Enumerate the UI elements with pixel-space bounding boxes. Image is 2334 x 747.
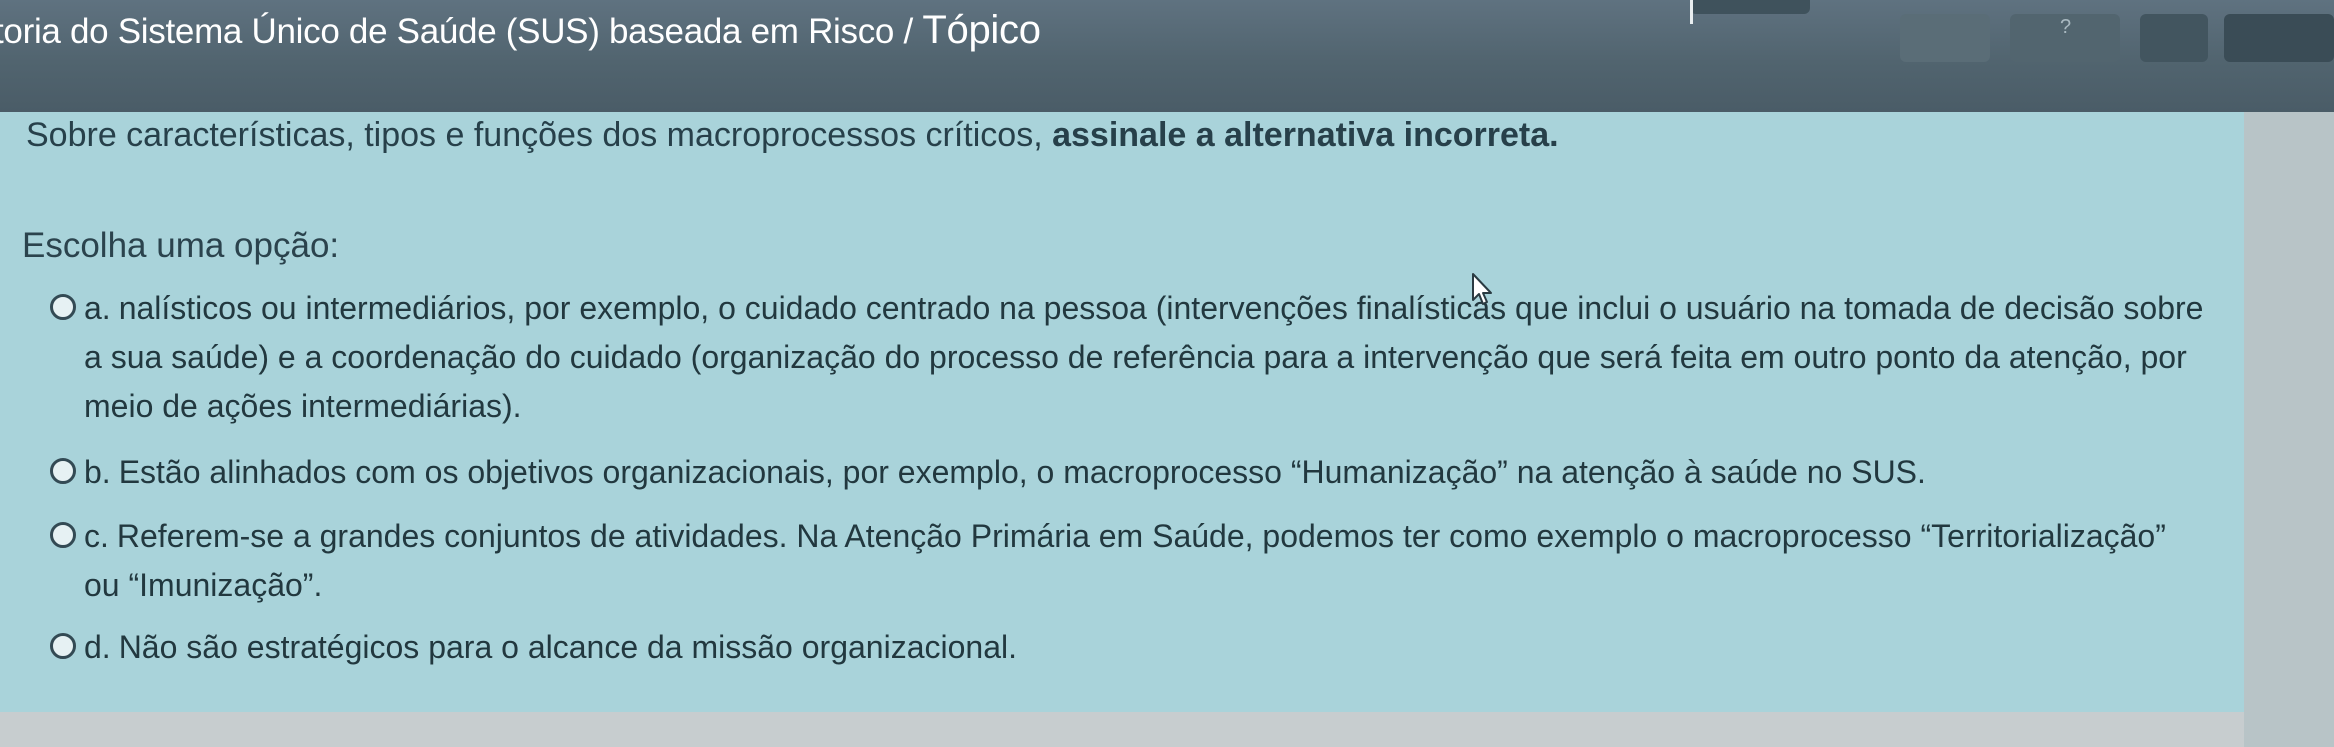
option-text: Referem-se a grandes conjuntos de ativid… <box>84 518 2166 603</box>
mouse-pointer-icon <box>1472 273 1492 305</box>
breadcrumb-topic[interactable]: Tópico <box>922 8 1041 52</box>
option-letter: b. <box>84 454 111 490</box>
breadcrumb-course[interactable]: toria do Sistema Único de Saúde (SUS) ba… <box>0 12 922 51</box>
option-c[interactable]: c. Referem-se a grandes conjuntos de ativ… <box>50 512 2210 610</box>
radio-unchecked-icon[interactable] <box>50 458 76 484</box>
option-letter: c. <box>84 518 109 554</box>
option-d-label[interactable]: d. Não são estratégicos para o alcance da… <box>60 623 2210 672</box>
option-letter: a. <box>84 290 111 326</box>
option-a-label[interactable]: a. nalísticos ou intermediários, por exem… <box>60 284 2210 431</box>
question-normal: Sobre características, tipos e funções d… <box>26 116 1053 154</box>
question-emphasis: assinale a alternativa incorreta. <box>1052 116 1559 154</box>
radio-unchecked-icon[interactable] <box>50 294 76 320</box>
bottom-margin <box>0 712 2244 747</box>
option-text: Não são estratégicos para o alcance da m… <box>118 629 1017 665</box>
right-margin <box>2244 112 2334 747</box>
option-text: nalísticos ou intermediários, por exempl… <box>84 290 2204 424</box>
zoom-marker <box>1690 0 1693 24</box>
radio-unchecked-icon[interactable] <box>50 633 76 659</box>
option-a[interactable]: a. nalísticos ou intermediários, por exem… <box>50 284 2210 431</box>
choose-option-label: Escolha uma opção: <box>22 226 340 265</box>
toolbar-button-4[interactable] <box>2224 14 2334 62</box>
option-text: Estão alinhados com os objetivos organiz… <box>118 454 1926 490</box>
toolbar-button-3[interactable] <box>2140 14 2208 62</box>
option-b-label[interactable]: b. Estão alinhados com os objetivos organ… <box>60 448 2210 497</box>
zoom-indicator <box>1690 0 1810 24</box>
top-header-bar: toria do Sistema Único de Saúde (SUS) ba… <box>0 0 2334 112</box>
breadcrumb: toria do Sistema Único de Saúde (SUS) ba… <box>0 8 1041 53</box>
option-letter: d. <box>84 629 111 665</box>
option-b[interactable]: b. Estão alinhados com os objetivos organ… <box>50 448 2210 497</box>
radio-unchecked-icon[interactable] <box>50 522 76 548</box>
option-d[interactable]: d. Não são estratégicos para o alcance da… <box>50 623 2210 672</box>
option-c-label[interactable]: c. Referem-se a grandes conjuntos de ativ… <box>60 512 2210 610</box>
toolbar-button-1[interactable] <box>1900 14 1990 62</box>
question-icon[interactable]: ? <box>2060 16 2071 39</box>
question-text: Sobre características, tipos e funções d… <box>26 116 1559 155</box>
